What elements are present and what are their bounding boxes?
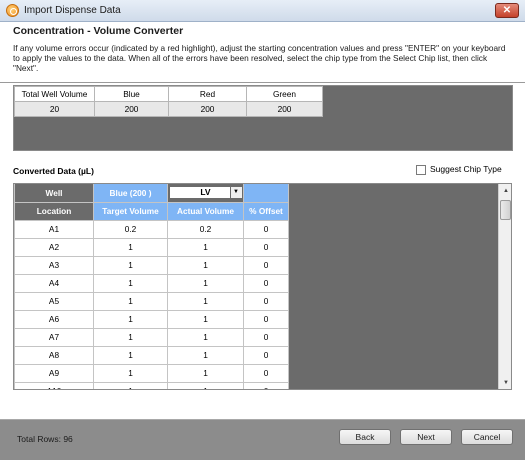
page-header: Concentration - Volume Converter If any …	[0, 22, 525, 82]
cell-location: A7	[14, 328, 94, 347]
cell-location: A8	[14, 346, 94, 365]
chevron-down-icon[interactable]: ▼	[229, 187, 242, 199]
cell-target-volume[interactable]: 1	[93, 292, 168, 311]
cell-actual-volume: 1	[167, 274, 244, 293]
total-rows: Total Rows: 96	[17, 434, 73, 444]
next-button[interactable]: Next	[400, 429, 452, 445]
table-row[interactable]: A6 1 1 0	[14, 310, 289, 329]
header-offset: % Offset	[243, 202, 289, 221]
header-divider	[0, 82, 525, 83]
table-row[interactable]: A4 1 1 0	[14, 274, 289, 293]
scroll-up-icon[interactable]: ▲	[499, 184, 511, 198]
cell-location: A5	[14, 292, 94, 311]
header-well: Well	[14, 184, 94, 203]
cell-location: A3	[14, 256, 94, 275]
cell-actual-volume: 1	[167, 292, 244, 311]
col-total-well-volume: Total Well Volume	[14, 86, 95, 102]
cell-offset: 0	[243, 346, 289, 365]
cell-actual-volume: 1	[167, 346, 244, 365]
header-blank	[243, 184, 289, 203]
window-title: Import Dispense Data	[24, 5, 121, 16]
header-location: Location	[14, 202, 94, 221]
cell-actual-volume: 0.2	[167, 220, 244, 239]
close-button[interactable]: ✕	[495, 3, 519, 18]
total-rows-value: 96	[63, 434, 73, 444]
cell-location: A6	[14, 310, 94, 329]
total-rows-label: Total Rows:	[17, 434, 61, 444]
header-blue-concentration: Blue (200 )	[93, 184, 168, 203]
table-row[interactable]: A9 1 1 0	[14, 364, 289, 383]
cell-target-volume[interactable]: 1	[93, 256, 168, 275]
cell-offset: 0	[243, 274, 289, 293]
cell-target-volume[interactable]: 1	[93, 328, 168, 347]
cell-actual-volume: 1	[167, 256, 244, 275]
cell-location: A1	[14, 220, 94, 239]
scroll-down-icon[interactable]: ▼	[499, 376, 511, 389]
header-chip-select: LV ▼	[167, 184, 244, 203]
table-row[interactable]: A3 1 1 0	[14, 256, 289, 275]
cell-offset: 0	[243, 220, 289, 239]
cell-actual-volume: 1	[167, 382, 244, 389]
cell-location: A10	[14, 382, 94, 389]
volume-table: Total Well Volume Blue Red Green 20 200 …	[14, 86, 323, 117]
cell-offset: 0	[243, 328, 289, 347]
cell-target-volume[interactable]: 0.2	[93, 220, 168, 239]
cell-actual-volume: 1	[167, 310, 244, 329]
table-row[interactable]: A7 1 1 0	[14, 328, 289, 347]
converted-data-grid: Well Blue (200 ) LV ▼ Location Target Vol…	[13, 183, 512, 390]
header-target-volume: Target Volume	[93, 202, 168, 221]
total-well-volume-cell[interactable]: 20	[14, 101, 95, 117]
suggest-chip-type-label: Suggest Chip Type	[430, 164, 502, 174]
cell-offset: 0	[243, 310, 289, 329]
green-cell[interactable]: 200	[246, 101, 323, 117]
blue-cell[interactable]: 200	[94, 101, 169, 117]
table-row[interactable]: A1 0.2 0.2 0	[14, 220, 289, 239]
cell-target-volume[interactable]: 1	[93, 364, 168, 383]
suggest-chip-type[interactable]: Suggest Chip Type	[416, 164, 502, 175]
cell-actual-volume: 1	[167, 238, 244, 257]
col-green: Green	[246, 86, 323, 102]
volume-grid: Total Well Volume Blue Red Green 20 200 …	[13, 85, 513, 151]
cell-location: A2	[14, 238, 94, 257]
cell-location: A4	[14, 274, 94, 293]
scroll-thumb[interactable]	[500, 200, 511, 220]
app-icon	[6, 4, 19, 17]
cell-actual-volume: 1	[167, 328, 244, 347]
converted-data-label: Converted Data (µL)	[13, 166, 94, 176]
vertical-scrollbar[interactable]: ▲ ▼	[498, 184, 511, 389]
back-button[interactable]: Back	[339, 429, 391, 445]
cell-actual-volume: 1	[167, 364, 244, 383]
cell-target-volume[interactable]: 1	[93, 346, 168, 365]
cell-target-volume[interactable]: 1	[93, 382, 168, 389]
table-row[interactable]: A2 1 1 0	[14, 238, 289, 257]
col-blue: Blue	[94, 86, 169, 102]
suggest-chip-type-checkbox[interactable]	[416, 164, 426, 175]
cell-target-volume[interactable]: 1	[93, 310, 168, 329]
title-bar: Import Dispense Data ✕	[0, 0, 525, 22]
chip-type-select-value: LV	[200, 187, 211, 198]
converted-data-table: Well Blue (200 ) LV ▼ Location Target Vol…	[14, 184, 289, 389]
header-actual-volume: Actual Volume	[167, 202, 244, 221]
page-title: Concentration - Volume Converter	[13, 25, 184, 37]
table-row[interactable]: A8 1 1 0	[14, 346, 289, 365]
cell-offset: 0	[243, 256, 289, 275]
cell-target-volume[interactable]: 1	[93, 238, 168, 257]
col-red: Red	[168, 86, 247, 102]
cancel-button[interactable]: Cancel	[461, 429, 513, 445]
table-row[interactable]: A10110	[14, 382, 289, 389]
table-row[interactable]: A5 1 1 0	[14, 292, 289, 311]
cell-offset: 0	[243, 364, 289, 383]
instructions-text: If any volume errors occur (indicated by…	[13, 43, 506, 73]
cell-offset: 0	[243, 382, 289, 389]
cell-target-volume[interactable]: 1	[93, 274, 168, 293]
cell-offset: 0	[243, 238, 289, 257]
cell-location: A9	[14, 364, 94, 383]
chip-type-select[interactable]: LV ▼	[168, 186, 243, 200]
cell-offset: 0	[243, 292, 289, 311]
red-cell[interactable]: 200	[168, 101, 247, 117]
